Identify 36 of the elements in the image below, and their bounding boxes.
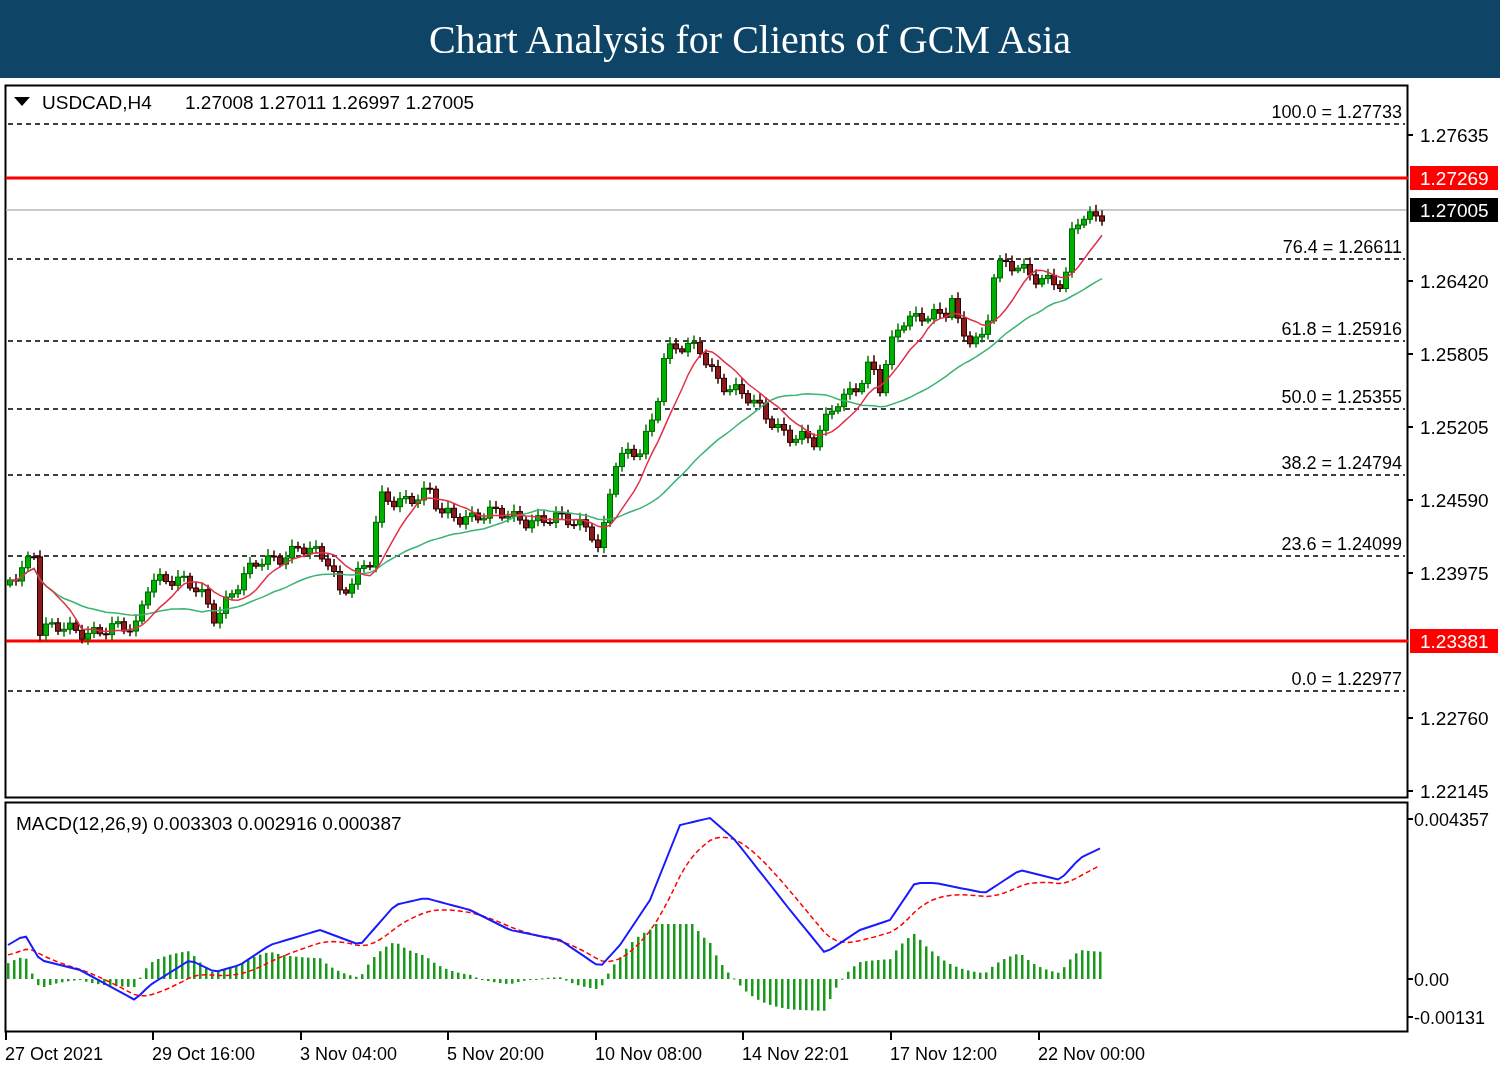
fib-level-label: 61.8 = 1.25916 [1281, 319, 1402, 339]
price-axis-label: 1.25205 [1420, 417, 1489, 438]
macd-axis-label: 0.00 [1414, 970, 1450, 990]
price-axis-label: 1.25805 [1420, 344, 1489, 365]
time-axis-label: 27 Oct 2021 [5, 1044, 104, 1064]
symbol-menu-icon[interactable] [14, 97, 30, 106]
time-axis-label: 3 Nov 04:00 [300, 1044, 398, 1064]
time-axis-label: 10 Nov 08:00 [595, 1044, 703, 1064]
time-axis-label: 22 Nov 00:00 [1038, 1044, 1146, 1064]
level-price-tag: 1.27269 [1410, 166, 1498, 190]
fib-level-label: 23.6 = 1.24099 [1281, 534, 1402, 554]
price-axis-label: 1.23975 [1420, 563, 1489, 584]
window-title: Chart Analysis for Clients of GCM Asia [428, 15, 1072, 63]
price-axis-label: 1.22760 [1420, 708, 1489, 729]
time-axis-label: 17 Nov 12:00 [890, 1044, 998, 1064]
macd-axis-label: -0.00131 [1414, 1008, 1486, 1028]
price-axis-label: 1.22145 [1420, 781, 1489, 802]
fib-level-label: 50.0 = 1.25355 [1281, 387, 1402, 407]
price-axis-label: 1.24590 [1420, 490, 1489, 511]
horizontal-level-line[interactable] [6, 176, 1408, 180]
fib-level-label: 0.0 = 1.22977 [1291, 669, 1402, 689]
fib-level-label: 100.0 = 1.27733 [1271, 102, 1402, 122]
symbol-label: USDCAD,H4 [42, 92, 152, 113]
time-axis-label: 29 Oct 16:00 [152, 1044, 256, 1064]
fib-level-label: 38.2 = 1.24794 [1281, 453, 1402, 473]
macd-label: MACD(12,26,9) 0.003303 0.002916 0.000387 [16, 813, 402, 834]
level-price-tag: 1.23381 [1410, 629, 1498, 653]
bid-price-tag: 1.27005 [1410, 198, 1498, 222]
price-axis-label: 1.26420 [1420, 271, 1489, 292]
time-axis-label: 14 Nov 22:01 [742, 1044, 850, 1064]
horizontal-level-line[interactable] [6, 639, 1408, 643]
quote-text: 1.27008 1.27011 1.26997 1.27005 [185, 92, 475, 113]
time-axis-label: 5 Nov 20:00 [447, 1044, 545, 1064]
fib-level-label: 76.4 = 1.26611 [1282, 237, 1402, 257]
macd-axis-label: 0.004357 [1414, 810, 1490, 830]
price-axis-label: 1.27635 [1420, 125, 1489, 146]
